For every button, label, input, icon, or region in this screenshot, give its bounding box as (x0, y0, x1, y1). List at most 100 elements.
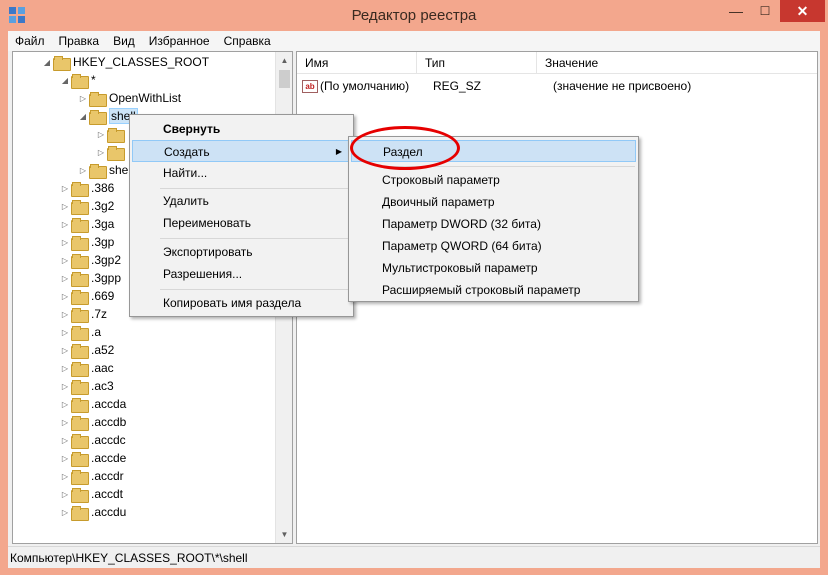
title-bar[interactable]: Редактор реестра — ☐ ✕ (0, 0, 828, 31)
collapse-arrow-icon[interactable]: ◢ (41, 58, 53, 67)
scroll-up-icon[interactable]: ▲ (276, 52, 292, 69)
column-header-name[interactable]: Имя (297, 52, 417, 74)
expand-arrow-icon[interactable]: ▷ (59, 184, 71, 193)
expand-arrow-icon[interactable]: ▷ (77, 94, 89, 103)
maximize-button[interactable]: ☐ (752, 0, 778, 22)
column-header-value[interactable]: Значение (537, 52, 817, 74)
expand-arrow-icon[interactable]: ▷ (95, 130, 107, 139)
menu-item-new-binary[interactable]: Двоичный параметр (351, 191, 636, 213)
tree-node-extension[interactable]: ▷ .669 (59, 287, 114, 305)
folder-icon (71, 469, 89, 485)
collapse-arrow-icon[interactable]: ◢ (77, 112, 89, 121)
expand-arrow-icon[interactable]: ▷ (59, 454, 71, 463)
expand-arrow-icon[interactable]: ▷ (59, 292, 71, 301)
menu-favorites[interactable]: Избранное (142, 34, 217, 48)
menu-item-create-label: Создать (164, 145, 210, 159)
tree-node-label: .3gp2 (91, 253, 122, 267)
expand-arrow-icon[interactable]: ▷ (59, 202, 71, 211)
menu-item-permissions[interactable]: Разрешения... (132, 263, 351, 285)
submenu-arrow-icon: ▶ (335, 147, 342, 156)
tree-node-extension[interactable]: ▷ .7z (59, 305, 107, 323)
value-name: (По умолчанию) (320, 79, 410, 93)
tree-node-extension[interactable]: ▷ .ac3 (59, 377, 114, 395)
menu-item-find[interactable]: Найти... (132, 162, 351, 184)
column-header-type[interactable]: Тип (417, 52, 537, 74)
menu-help[interactable]: Справка (217, 34, 278, 48)
folder-icon (71, 325, 89, 341)
menu-item-new-multistring[interactable]: Мультистроковый параметр (351, 257, 636, 279)
expand-arrow-icon[interactable]: ▷ (59, 364, 71, 373)
expand-arrow-icon[interactable]: ▷ (59, 436, 71, 445)
expand-arrow-icon[interactable]: ▷ (59, 382, 71, 391)
tree-node-extension[interactable]: ▷ .3ga (59, 215, 114, 233)
menu-item-new-expandstring[interactable]: Расширяемый строковый параметр (351, 279, 636, 301)
folder-icon (71, 379, 89, 395)
folder-icon (71, 343, 89, 359)
tree-node-extension[interactable]: ▷ .a52 (59, 341, 114, 359)
expand-arrow-icon[interactable]: ▷ (59, 310, 71, 319)
tree-node-extension[interactable]: ▷ .accdb (59, 413, 126, 431)
expand-arrow-icon[interactable]: ▷ (59, 490, 71, 499)
tree-node-extension[interactable]: ▷ .3gpp (59, 269, 121, 287)
menu-item-new-string[interactable]: Строковый параметр (351, 169, 636, 191)
menu-item-rename[interactable]: Переименовать (132, 212, 351, 234)
menu-item-delete[interactable]: Удалить (132, 190, 351, 212)
menu-item-export[interactable]: Экспортировать (132, 241, 351, 263)
expand-arrow-icon[interactable]: ▷ (59, 274, 71, 283)
menu-item-new-dword[interactable]: Параметр DWORD (32 бита) (351, 213, 636, 235)
tree-node-label: .7z (91, 307, 108, 321)
menu-item-create[interactable]: Создать ▶ (132, 140, 351, 162)
tree-node-extension[interactable]: ▷ .3g2 (59, 197, 114, 215)
tree-node-shell-partial[interactable]: ▷ she (77, 161, 128, 179)
tree-node-extension[interactable]: ▷ .accdc (59, 431, 126, 449)
tree-node-extension[interactable]: ▷ .a (59, 323, 101, 341)
tree-node-extension[interactable]: ▷ .accdu (59, 503, 126, 521)
folder-icon (71, 361, 89, 377)
minimize-button[interactable]: — (722, 0, 750, 22)
folder-icon (71, 487, 89, 503)
tree-node-star[interactable]: ◢ * (59, 71, 96, 89)
menu-item-collapse[interactable]: Свернуть (132, 118, 351, 140)
menu-file[interactable]: Файл (8, 34, 52, 48)
folder-icon (71, 199, 89, 215)
expand-arrow-icon[interactable]: ▷ (59, 472, 71, 481)
close-button[interactable]: ✕ (780, 0, 825, 22)
tree-node-extension[interactable]: ▷ .accde (59, 449, 126, 467)
expand-arrow-icon[interactable]: ▷ (59, 238, 71, 247)
tree-node-openwithlist[interactable]: ▷ OpenWithList (77, 89, 181, 107)
scroll-down-icon[interactable]: ▼ (276, 526, 292, 543)
menu-item-copy-key-name[interactable]: Копировать имя раздела (132, 292, 351, 314)
tree-node-extension[interactable]: ▷ .3gp (59, 233, 114, 251)
expand-arrow-icon[interactable]: ▷ (95, 148, 107, 157)
expand-arrow-icon[interactable]: ▷ (59, 508, 71, 517)
folder-icon (71, 217, 89, 233)
folder-icon (71, 289, 89, 305)
expand-arrow-icon[interactable]: ▷ (59, 328, 71, 337)
tree-node-extension[interactable]: ▷ .3gp2 (59, 251, 121, 269)
tree-node-root[interactable]: ◢ HKEY_CLASSES_ROOT (41, 53, 209, 71)
tree-node-extension[interactable]: ▷ .accda (59, 395, 126, 413)
tree-node-extension[interactable]: ▷ .aac (59, 359, 114, 377)
folder-icon (71, 415, 89, 431)
scrollbar-thumb[interactable] (279, 70, 290, 88)
expand-arrow-icon[interactable]: ▷ (59, 400, 71, 409)
tree-node-shell-child[interactable]: ▷ (95, 125, 127, 143)
expand-arrow-icon[interactable]: ▷ (59, 346, 71, 355)
list-row[interactable]: ab (По умолчанию) REG_SZ (значение не пр… (297, 77, 691, 95)
tree-node-shell-child[interactable]: ▷ (95, 143, 127, 161)
tree-node-extension[interactable]: ▷ .386 (59, 179, 114, 197)
tree-node-label: * (91, 73, 96, 87)
expand-arrow-icon[interactable]: ▷ (59, 220, 71, 229)
tree-node-label: .accdr (91, 469, 124, 483)
expand-arrow-icon[interactable]: ▷ (59, 256, 71, 265)
menu-view[interactable]: Вид (106, 34, 142, 48)
menu-edit[interactable]: Правка (52, 34, 107, 48)
tree-node-extension[interactable]: ▷ .accdr (59, 467, 124, 485)
menu-item-new-key[interactable]: Раздел (351, 140, 636, 162)
collapse-arrow-icon[interactable]: ◢ (59, 76, 71, 85)
expand-arrow-icon[interactable]: ▷ (59, 418, 71, 427)
tree-node-extension[interactable]: ▷ .accdt (59, 485, 123, 503)
menu-item-new-qword[interactable]: Параметр QWORD (64 бита) (351, 235, 636, 257)
tree-node-label: .accdb (91, 415, 127, 429)
expand-arrow-icon[interactable]: ▷ (77, 166, 89, 175)
